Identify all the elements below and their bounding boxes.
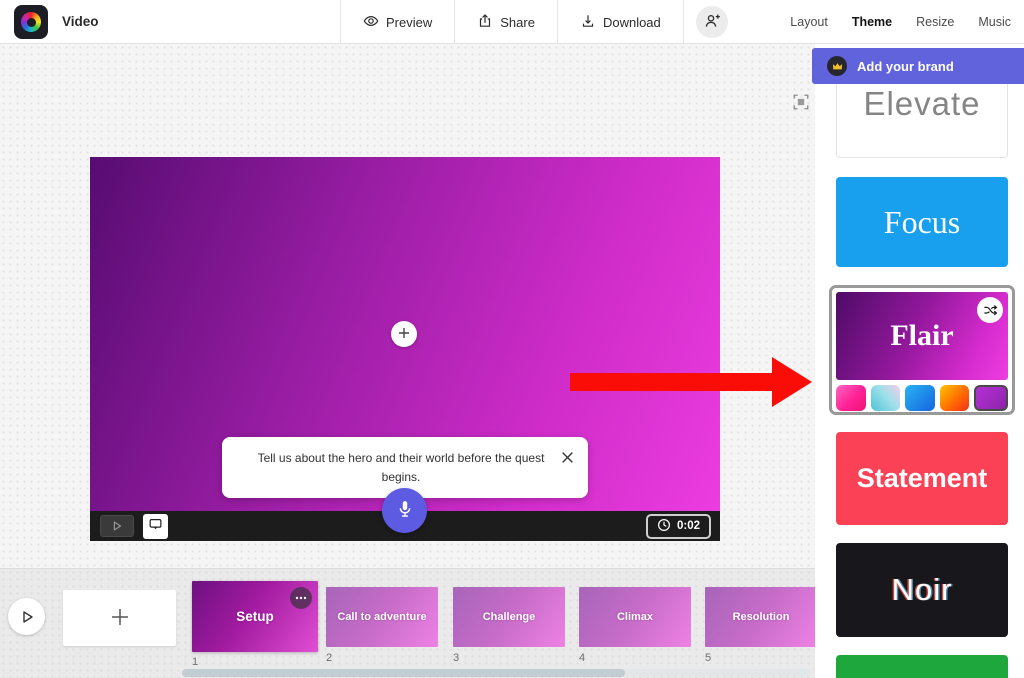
swatch-purple-selected[interactable] (974, 385, 1008, 411)
top-toolbar: Video Preview Share Download Layout Them… (0, 0, 1024, 44)
eye-icon (363, 13, 379, 32)
close-icon[interactable] (559, 449, 576, 469)
slide-call-to-adventure[interactable]: Call to adventure (326, 587, 438, 647)
theme-name: Noir (891, 572, 953, 607)
divider (682, 0, 684, 44)
color-swatches (836, 385, 1008, 411)
theme-card-green[interactable] (836, 655, 1008, 678)
page-title: Video (62, 14, 99, 29)
toolbar-actions: Preview Share Download (340, 0, 728, 44)
duration-badge[interactable]: 0:02 (645, 513, 711, 539)
swatch-pink[interactable] (836, 385, 866, 411)
fullscreen-icon[interactable] (792, 93, 810, 111)
slide-number: 4 (579, 652, 586, 664)
speech-bubble-icon (148, 517, 163, 535)
slide-label: Call to adventure (337, 611, 427, 623)
creative-cloud-logo[interactable] (14, 5, 48, 39)
swatch-cyan[interactable] (870, 385, 901, 411)
microphone-icon (394, 498, 416, 523)
add-content-button[interactable] (391, 321, 417, 347)
slide-resolution[interactable]: Resolution (705, 587, 817, 647)
download-icon (580, 13, 596, 32)
swatch-orange[interactable] (939, 385, 970, 411)
theme-name: Focus (883, 203, 961, 240)
shuffle-icon[interactable] (977, 297, 1003, 323)
slide-label: Resolution (732, 611, 790, 623)
duration-label: 0:02 (676, 520, 700, 532)
share-label: Share (500, 14, 535, 30)
plus-icon (397, 326, 411, 343)
invite-collaborator-button[interactable] (695, 6, 728, 38)
theme-name: Statement (856, 463, 988, 493)
theme-panel: Elevate Add your brand Focus Flair State… (812, 44, 1024, 678)
person-add-icon (703, 12, 721, 33)
creative-cloud-icon (21, 12, 41, 32)
add-brand-banner[interactable]: Add your brand (812, 48, 1024, 84)
play-button[interactable] (100, 515, 134, 537)
caption-toggle-button[interactable] (143, 513, 168, 539)
slide-setup[interactable]: Setup (192, 581, 318, 652)
slide-climax[interactable]: Climax (579, 587, 691, 647)
playback-bar: 0:02 (90, 488, 720, 541)
slide-number: 1 (192, 656, 199, 668)
timeline-play-button[interactable] (8, 598, 45, 635)
theme-name: Flair (890, 319, 954, 352)
slide-label: Challenge (482, 611, 536, 623)
download-button[interactable]: Download (558, 0, 683, 44)
slide-number: 2 (326, 652, 333, 664)
more-options-icon[interactable] (290, 587, 312, 609)
nav-resize[interactable]: Resize (916, 15, 954, 29)
add-brand-label: Add your brand (857, 58, 954, 74)
theme-card-focus[interactable]: Focus (836, 177, 1008, 267)
flair-preview[interactable]: Flair (836, 292, 1008, 380)
right-nav: Layout Theme Resize Music (790, 0, 1011, 44)
add-slide-button[interactable] (63, 590, 176, 646)
slide-timeline: Setup 1 Call to adventure 2 Challenge 3 … (0, 568, 817, 678)
clock-icon (657, 518, 671, 535)
share-button[interactable]: Share (455, 0, 557, 44)
crown-icon (827, 56, 847, 76)
swatch-blue[interactable] (905, 385, 935, 411)
nav-theme[interactable]: Theme (852, 15, 892, 29)
record-voice-button[interactable] (382, 488, 427, 533)
plus-icon (109, 606, 131, 631)
theme-card-noir[interactable]: Noir (836, 543, 1008, 637)
preview-button[interactable]: Preview (341, 0, 454, 44)
theme-name: Elevate (863, 85, 981, 122)
nav-layout[interactable]: Layout (790, 15, 828, 29)
slide-number: 3 (453, 652, 460, 664)
prompt-text: Tell us about the hero and their world b… (257, 451, 545, 484)
theme-card-statement[interactable]: Statement (836, 432, 1008, 525)
slide-label: Climax (616, 611, 654, 623)
app-window: Video Preview Share Download Layout Them… (0, 0, 1024, 678)
video-preview: Tell us about the hero and their world b… (90, 157, 720, 541)
nav-music[interactable]: Music (978, 15, 1011, 29)
timeline-scrollbar-thumb[interactable] (182, 669, 625, 677)
slide-challenge[interactable]: Challenge (453, 587, 565, 647)
video-canvas[interactable]: Tell us about the hero and their world b… (90, 157, 720, 511)
slide-label: Setup (236, 609, 274, 624)
download-label: Download (602, 14, 661, 30)
preview-label: Preview (386, 14, 433, 30)
theme-card-flair-selected[interactable]: Flair (829, 285, 1015, 415)
slide-number: 5 (705, 652, 712, 664)
share-icon (477, 13, 493, 32)
